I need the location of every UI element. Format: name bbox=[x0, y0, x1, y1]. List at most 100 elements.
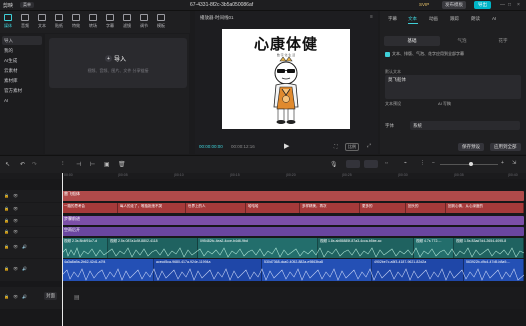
tab-text[interactable]: 文本 bbox=[408, 16, 417, 22]
text-clip[interactable]: 世界上的人 bbox=[186, 203, 246, 213]
ratio-button[interactable]: 比例 bbox=[345, 143, 359, 151]
play-icon[interactable]: ▶ bbox=[284, 142, 289, 150]
tool-transition[interactable]: 转场 bbox=[84, 14, 102, 29]
speaker-icon[interactable]: 🔊 bbox=[22, 294, 27, 299]
import-dropzone[interactable]: + 导入 视频、音频、图片、文件 分享链接 bbox=[49, 38, 187, 88]
subtab-bubble[interactable]: 气泡 bbox=[442, 36, 482, 46]
apply-all-option[interactable]: 文本、排版、气泡、花字应用到全部字幕 bbox=[385, 51, 464, 57]
tool-captions[interactable]: 字幕 bbox=[101, 14, 119, 29]
select-tool-icon[interactable]: ↖ bbox=[5, 161, 10, 168]
tool-adjust[interactable]: 调节 bbox=[135, 14, 153, 29]
eye-icon[interactable]: 👁 bbox=[13, 218, 18, 223]
export-button[interactable]: 导出 bbox=[474, 1, 491, 9]
text-clip[interactable]: 回到心情，从心深度的 bbox=[446, 203, 524, 213]
zoom-out-icon[interactable]: − bbox=[432, 160, 435, 166]
zoom-slider-track[interactable] bbox=[440, 162, 498, 166]
text-clip[interactable]: 哈哈哈 bbox=[246, 203, 300, 213]
track-header-audio-a: 🔒 👁 bbox=[0, 216, 62, 226]
speaker-icon[interactable]: 🔊 bbox=[22, 244, 27, 249]
text-preset-button[interactable]: 文本预设 bbox=[385, 101, 401, 107]
fullscreen-icon[interactable]: ⤢ bbox=[367, 143, 371, 149]
main-track[interactable]: ▤ bbox=[62, 287, 524, 309]
split-left-icon[interactable]: ⊣ bbox=[76, 161, 81, 168]
eye-icon[interactable]: 👁 bbox=[13, 229, 18, 234]
import-button[interactable]: + 导入 bbox=[105, 54, 126, 63]
tool-audio[interactable]: 音频 bbox=[16, 14, 34, 29]
snap-icon[interactable]: ⌁ bbox=[404, 160, 407, 166]
redo-icon[interactable]: ↷ bbox=[32, 161, 37, 168]
ai-write-button[interactable]: AI 写稿 bbox=[438, 101, 451, 107]
sidebar-item-ai-generate[interactable]: AI生成 bbox=[2, 56, 42, 65]
eye-icon[interactable]: 👁 bbox=[13, 266, 18, 271]
magnet-toggle[interactable] bbox=[346, 160, 360, 168]
lock-icon[interactable]: 🔒 bbox=[4, 244, 9, 249]
tab-animation[interactable]: 动画 bbox=[429, 16, 438, 22]
tool-effects[interactable]: 特效 bbox=[67, 14, 85, 29]
publish-button[interactable]: 发布模板 bbox=[442, 1, 466, 9]
lock-icon[interactable]: 🔒 bbox=[4, 206, 9, 211]
minimize-icon[interactable]: — bbox=[500, 2, 505, 8]
sidebar-item-import[interactable]: 导入 bbox=[2, 36, 42, 45]
text-clip[interactable]: 每人的走了，唯独拒绝不哭 bbox=[118, 203, 186, 213]
fit-timeline-icon[interactable]: ⇲ bbox=[512, 160, 516, 166]
menu-button[interactable]: 菜单 bbox=[20, 2, 34, 8]
player-menu-icon[interactable]: ≡ bbox=[370, 14, 373, 20]
subtab-basic[interactable]: 基础 bbox=[384, 36, 440, 46]
mic-icon[interactable]: 🎙 bbox=[330, 161, 338, 168]
speaker-icon[interactable]: 🔊 bbox=[22, 266, 27, 271]
tool-filters[interactable]: 滤镜 bbox=[118, 14, 136, 29]
lock-icon[interactable]: 🔒 bbox=[4, 218, 9, 223]
split-icon[interactable]: ⫶ bbox=[62, 161, 64, 168]
freeze-icon[interactable]: ▣ bbox=[104, 161, 110, 168]
sidebar-item-ai[interactable]: AI bbox=[2, 96, 42, 105]
sidebar-item-cloud[interactable]: 云素材 bbox=[2, 66, 42, 75]
text-clip[interactable]: 更多的 bbox=[360, 203, 406, 213]
tool-sticker[interactable]: 贴纸 bbox=[50, 14, 68, 29]
sidebar-item-official[interactable]: 官方素材 bbox=[2, 86, 42, 95]
lock-icon[interactable]: 🔒 bbox=[4, 266, 9, 271]
fit-icon[interactable]: ⛶ bbox=[334, 144, 338, 150]
close-icon[interactable]: × bbox=[517, 2, 520, 8]
split-right-icon[interactable]: ⊢ bbox=[90, 161, 95, 168]
lock-icon[interactable]: 🔒 bbox=[4, 193, 9, 198]
text-clip-main[interactable]: 雷飞船体 bbox=[62, 191, 524, 201]
audio-clip-b[interactable]: 空雨后开 bbox=[62, 227, 524, 236]
text-content-input[interactable]: 莫飞船体 bbox=[385, 75, 521, 99]
align-icon[interactable]: ⋮ bbox=[420, 160, 425, 166]
svip-badge[interactable]: SVIP bbox=[419, 2, 429, 7]
audio-clip-a[interactable]: 步骤前进 bbox=[62, 216, 524, 225]
font-select[interactable]: 系统 bbox=[410, 121, 520, 130]
subtab-fancy[interactable]: 花字 bbox=[484, 36, 522, 46]
zoom-in-icon[interactable]: + bbox=[501, 160, 504, 166]
lock-icon[interactable]: 🔒 bbox=[4, 229, 9, 234]
tool-media[interactable]: 媒体 bbox=[0, 14, 17, 29]
tool-templates[interactable]: 模板 bbox=[152, 14, 170, 29]
zoom-slider-thumb[interactable] bbox=[469, 162, 473, 166]
ruler-tick: |00:10 bbox=[174, 173, 184, 177]
text-clip[interactable]: 一路的思考会 bbox=[62, 203, 118, 213]
eye-icon[interactable]: 👁 bbox=[13, 193, 18, 198]
tab-ai[interactable]: AI bbox=[492, 16, 496, 21]
cover-button[interactable]: 封面 bbox=[44, 292, 57, 300]
sidebar-item-mine[interactable]: 我的 bbox=[2, 46, 42, 55]
text-clip[interactable]: 多样精美，再次 bbox=[300, 203, 360, 213]
eye-icon[interactable]: 👁 bbox=[13, 294, 18, 299]
tab-captions[interactable]: 字幕 bbox=[388, 16, 397, 22]
lock-icon[interactable]: 🔒 bbox=[4, 294, 9, 299]
sidebar-item-library[interactable]: 素材库 bbox=[2, 76, 42, 85]
tool-text[interactable]: 文本 bbox=[33, 14, 51, 29]
preview-canvas[interactable]: 心康体健 数 字 化 生 活 bbox=[222, 29, 350, 129]
link-toggle[interactable] bbox=[364, 160, 378, 168]
playhead[interactable] bbox=[62, 173, 63, 326]
maximize-icon[interactable]: □ bbox=[508, 2, 511, 8]
tab-tracking[interactable]: 跟踪 bbox=[450, 16, 459, 22]
text-clip[interactable]: 回头的 bbox=[406, 203, 446, 213]
tab-reading[interactable]: 朗读 bbox=[471, 16, 480, 22]
undo-icon[interactable]: ↶ bbox=[20, 161, 25, 168]
apply-all-button[interactable]: 应用到全部 bbox=[490, 143, 521, 151]
preview-axis-icon[interactable]: ⇔ bbox=[384, 160, 389, 166]
save-preset-button[interactable]: 保存预设 bbox=[458, 143, 484, 151]
delete-icon[interactable]: 🗑 bbox=[118, 161, 126, 168]
eye-icon[interactable]: 👁 bbox=[13, 206, 18, 211]
eye-icon[interactable]: 👁 bbox=[13, 244, 18, 249]
